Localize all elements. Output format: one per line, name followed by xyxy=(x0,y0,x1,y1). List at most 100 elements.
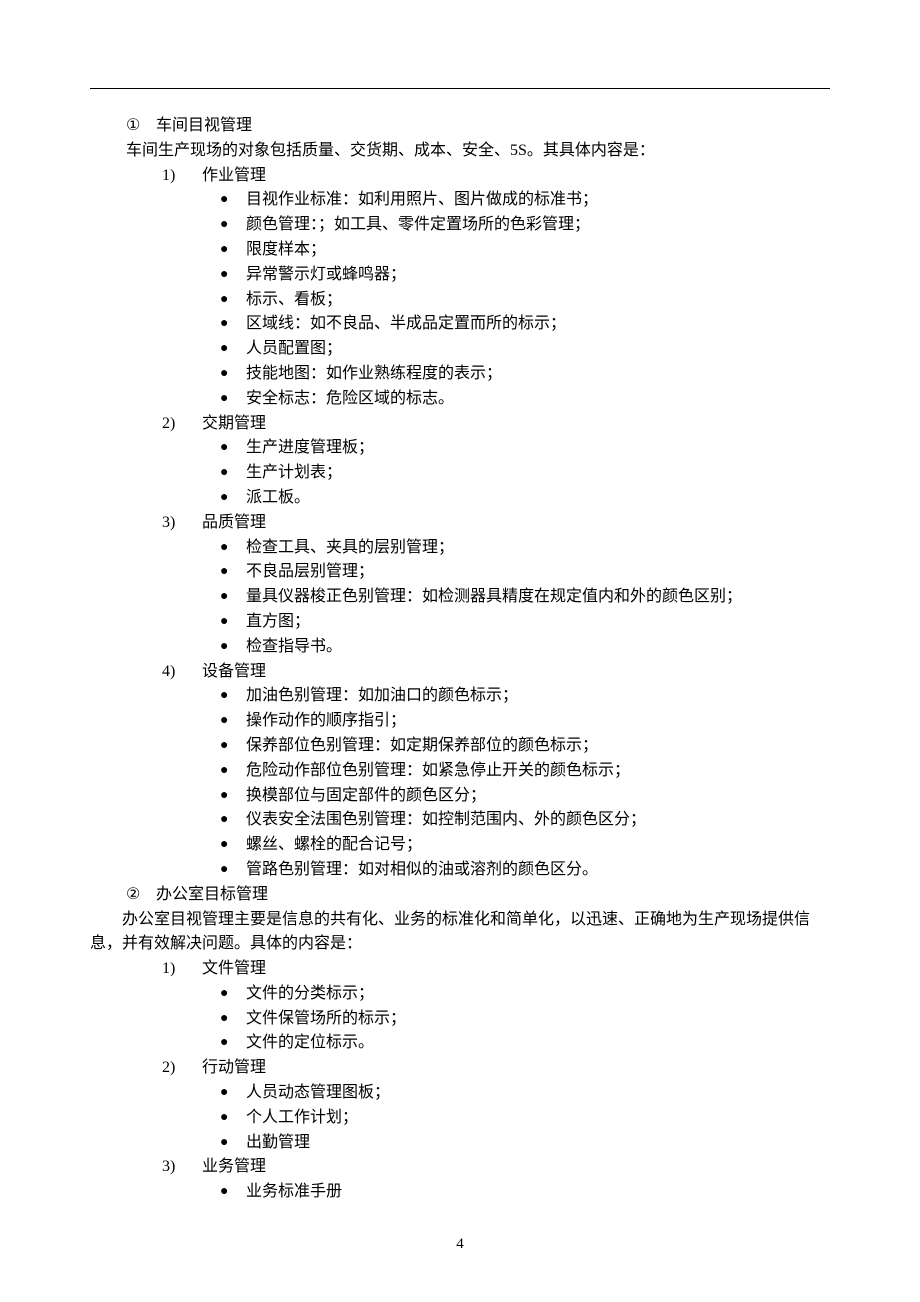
section-title: 办公室目标管理 xyxy=(156,883,268,908)
bullet-text: 安全标志：危险区域的标志。 xyxy=(246,387,454,412)
bullet-icon: ● xyxy=(220,684,246,709)
bullet-text: 限度样本； xyxy=(246,238,326,263)
sublist-num: 4) xyxy=(162,660,202,685)
bullet-icon: ● xyxy=(220,784,246,809)
bullet-item: ●人员配置图； xyxy=(90,337,830,362)
sublist-heading: 3)业务管理 xyxy=(90,1155,830,1180)
bullet-item: ●检查指导书。 xyxy=(90,635,830,660)
bullet-icon: ● xyxy=(220,759,246,784)
bullet-icon: ● xyxy=(220,461,246,486)
bullet-text: 量具仪器梭正色别管理：如检测器具精度在规定值内和外的颜色区别； xyxy=(246,585,742,610)
sublist-num: 1) xyxy=(162,957,202,982)
bullet-item: ●出勤管理 xyxy=(90,1131,830,1156)
bullet-text: 检查指导书。 xyxy=(246,635,342,660)
bullet-item: ●区域线：如不良品、半成品定置而所的标示； xyxy=(90,312,830,337)
bullet-icon: ● xyxy=(220,436,246,461)
bullet-text: 文件的分类标示； xyxy=(246,982,374,1007)
bullet-icon: ● xyxy=(220,1007,246,1032)
bullet-text: 出勤管理 xyxy=(246,1131,310,1156)
sublist-heading: 4)设备管理 xyxy=(90,660,830,685)
sublist-num: 2) xyxy=(162,1056,202,1081)
sublist-num: 3) xyxy=(162,1155,202,1180)
bullet-item: ●目视作业标准：如利用照片、图片做成的标准书； xyxy=(90,188,830,213)
bullet-text: 区域线：如不良品、半成品定置而所的标示； xyxy=(246,312,566,337)
page: ①车间目视管理车间生产现场的对象包括质量、交货期、成本、安全、5S。其具体内容是… xyxy=(0,0,920,1302)
bullet-text: 仪表安全法围色别管理：如控制范围内、外的颜色区分； xyxy=(246,808,646,833)
sublist-title: 业务管理 xyxy=(202,1155,266,1180)
sublist-heading: 1)作业管理 xyxy=(90,164,830,189)
section-intro: 车间生产现场的对象包括质量、交货期、成本、安全、5S。其具体内容是： xyxy=(90,139,830,164)
bullet-text: 螺丝、螺栓的配合记号； xyxy=(246,833,422,858)
bullet-icon: ● xyxy=(220,263,246,288)
bullet-item: ●管路色别管理：如对相似的油或溶剂的颜色区分。 xyxy=(90,858,830,883)
bullet-text: 标示、看板； xyxy=(246,288,342,313)
bullet-item: ●操作动作的顺序指引； xyxy=(90,709,830,734)
bullet-item: ●个人工作计划； xyxy=(90,1106,830,1131)
bullet-icon: ● xyxy=(220,833,246,858)
bullet-item: ●颜色管理：；如工具、零件定置场所的色彩管理； xyxy=(90,213,830,238)
bullet-text: 颜色管理：；如工具、零件定置场所的色彩管理； xyxy=(246,213,590,238)
bullet-icon: ● xyxy=(220,188,246,213)
bullet-icon: ● xyxy=(220,1180,246,1205)
bullet-item: ●加油色别管理：如加油口的颜色标示； xyxy=(90,684,830,709)
sublist-num: 2) xyxy=(162,412,202,437)
bullet-icon: ● xyxy=(220,610,246,635)
sublist-heading: 1)文件管理 xyxy=(90,957,830,982)
bullet-text: 文件的定位标示。 xyxy=(246,1031,374,1056)
bullet-item: ●限度样本； xyxy=(90,238,830,263)
bullet-text: 派工板。 xyxy=(246,486,310,511)
page-number: 4 xyxy=(0,1233,920,1256)
intro-text: 车间生产现场的对象包括质量、交货期、成本、安全、5S。其具体内容是： xyxy=(126,139,655,164)
bullet-icon: ● xyxy=(220,387,246,412)
bullet-text: 保养部位色别管理：如定期保养部位的颜色标示； xyxy=(246,734,598,759)
bullet-icon: ● xyxy=(220,288,246,313)
bullet-item: ●技能地图：如作业熟练程度的表示； xyxy=(90,362,830,387)
bullet-text: 个人工作计划； xyxy=(246,1106,358,1131)
sublist-num: 1) xyxy=(162,164,202,189)
bullet-text: 人员动态管理图板； xyxy=(246,1081,390,1106)
sublist-heading: 2)行动管理 xyxy=(90,1056,830,1081)
section-num: ② xyxy=(126,883,156,908)
bullet-item: ●仪表安全法围色别管理：如控制范围内、外的颜色区分； xyxy=(90,808,830,833)
bullet-text: 业务标准手册 xyxy=(246,1180,342,1205)
bullet-icon: ● xyxy=(220,486,246,511)
section-intro: 办公室目视管理主要是信息的共有化、业务的标准化和简单化，以迅速、正确地为生产现场… xyxy=(90,908,830,958)
section-num: ① xyxy=(126,114,156,139)
sublist-title: 作业管理 xyxy=(202,164,266,189)
bullet-item: ●不良品层别管理； xyxy=(90,560,830,585)
bullet-icon: ● xyxy=(220,1081,246,1106)
bullet-item: ●直方图； xyxy=(90,610,830,635)
bullet-icon: ● xyxy=(220,635,246,660)
bullet-text: 异常警示灯或蜂鸣器； xyxy=(246,263,406,288)
bullet-text: 生产进度管理板； xyxy=(246,436,374,461)
sublist-heading: 3)品质管理 xyxy=(90,511,830,536)
bullet-text: 换模部位与固定部件的颜色区分； xyxy=(246,784,486,809)
bullet-icon: ● xyxy=(220,982,246,1007)
bullet-item: ●保养部位色别管理：如定期保养部位的颜色标示； xyxy=(90,734,830,759)
bullet-icon: ● xyxy=(220,1106,246,1131)
bullet-icon: ● xyxy=(220,1031,246,1056)
bullet-item: ●生产进度管理板； xyxy=(90,436,830,461)
sublist-title: 行动管理 xyxy=(202,1056,266,1081)
bullet-icon: ● xyxy=(220,238,246,263)
header-rule xyxy=(90,88,830,89)
bullet-item: ●业务标准手册 xyxy=(90,1180,830,1205)
bullet-icon: ● xyxy=(220,213,246,238)
bullet-icon: ● xyxy=(220,808,246,833)
bullet-item: ●异常警示灯或蜂鸣器； xyxy=(90,263,830,288)
bullet-icon: ● xyxy=(220,536,246,561)
bullet-text: 不良品层别管理； xyxy=(246,560,374,585)
bullet-text: 检查工具、夹具的层别管理； xyxy=(246,536,454,561)
bullet-item: ●人员动态管理图板； xyxy=(90,1081,830,1106)
bullet-icon: ● xyxy=(220,1131,246,1156)
bullet-text: 直方图； xyxy=(246,610,310,635)
bullet-icon: ● xyxy=(220,709,246,734)
bullet-text: 目视作业标准：如利用照片、图片做成的标准书； xyxy=(246,188,598,213)
bullet-item: ●安全标志：危险区域的标志。 xyxy=(90,387,830,412)
bullet-text: 加油色别管理：如加油口的颜色标示； xyxy=(246,684,518,709)
sublist-heading: 2)交期管理 xyxy=(90,412,830,437)
sublist-title: 品质管理 xyxy=(202,511,266,536)
bullet-item: ●量具仪器梭正色别管理：如检测器具精度在规定值内和外的颜色区别； xyxy=(90,585,830,610)
sublist-title: 交期管理 xyxy=(202,412,266,437)
bullet-item: ●派工板。 xyxy=(90,486,830,511)
